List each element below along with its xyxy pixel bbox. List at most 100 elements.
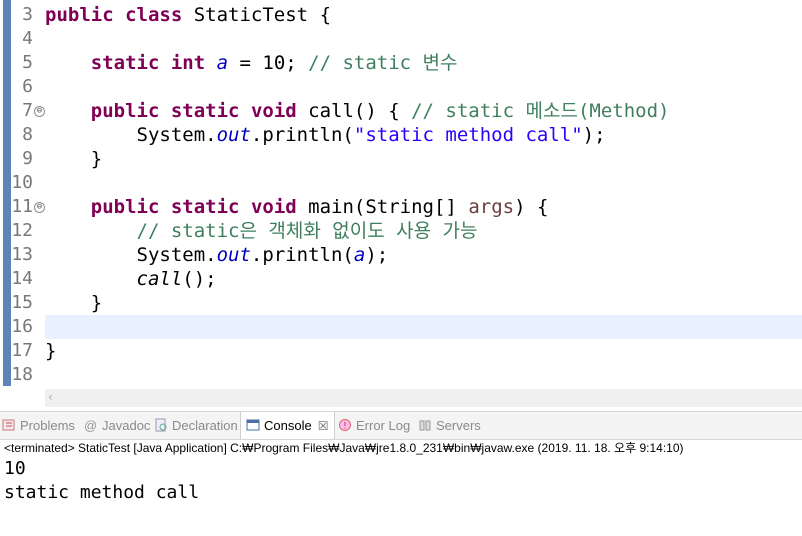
close-icon[interactable]: ☒ — [318, 419, 329, 433]
horizontal-scrollbar[interactable]: ‹ — [45, 389, 802, 407]
line-number: 18 — [11, 364, 33, 385]
console-status-header: <terminated> StaticTest [Java Applicatio… — [4, 441, 684, 455]
code-token: } — [45, 292, 103, 314]
code-token: StaticTest { — [182, 4, 332, 26]
tab-error-log[interactable]: Error Log — [338, 412, 410, 439]
code-line[interactable]: } — [45, 291, 102, 315]
line-number: 8 — [22, 124, 33, 145]
console-output-line: static method call — [4, 482, 200, 503]
line-number: 13 — [11, 244, 33, 265]
change-bar — [3, 0, 11, 386]
scroll-left-icon[interactable]: ‹ — [48, 390, 53, 404]
line-number-gutter[interactable]: 3 4 5 6 7 8 9 10 11 12 13 14 15 16 17 18… — [11, 0, 45, 408]
fold-collapse-icon[interactable]: ⊖ — [34, 106, 45, 117]
code-token: System. — [45, 124, 217, 146]
tab-javadoc[interactable]: @ Javadoc — [84, 412, 150, 439]
servers-icon — [419, 420, 431, 431]
console-icon — [246, 419, 260, 431]
code-token: main(String[] — [296, 196, 469, 218]
code-token: call() { — [296, 100, 412, 122]
line-number: 10 — [11, 172, 33, 193]
line-number: 7 — [22, 100, 33, 121]
code-line[interactable]: call(); — [45, 267, 217, 291]
line-number: 9 — [22, 148, 33, 169]
code-line[interactable]: } — [45, 339, 56, 363]
code-token: ); — [365, 244, 389, 266]
code-line[interactable]: public static void call() { // static 메소… — [45, 99, 670, 123]
tab-console[interactable]: Console ☒ — [240, 412, 336, 439]
code-token: // static 변수 — [308, 52, 458, 74]
code-token: static — [90, 52, 160, 74]
code-token: (); — [182, 268, 217, 290]
tab-label: Declaration — [172, 418, 238, 433]
tab-declaration[interactable]: Declaration — [154, 412, 238, 439]
code-token: out — [216, 244, 251, 266]
code-token: public — [90, 100, 160, 122]
code-token: static — [170, 196, 240, 218]
code-token: static — [170, 100, 240, 122]
code-token: .println( — [250, 244, 354, 266]
code-token: class — [125, 4, 183, 26]
line-number: 14 — [11, 268, 33, 289]
code-token: public — [45, 4, 114, 26]
error-log-icon — [339, 419, 351, 431]
line-number: 15 — [11, 292, 33, 313]
code-token: void — [250, 196, 297, 218]
line-number: 3 — [22, 4, 33, 25]
code-line[interactable]: } — [45, 147, 102, 171]
code-editor[interactable]: 3 4 5 6 7 8 9 10 11 12 13 14 15 16 17 18… — [0, 0, 802, 408]
line-number: 12 — [11, 220, 33, 241]
code-token: ) { — [514, 196, 549, 218]
line-number: 6 — [22, 76, 33, 97]
line-number: 4 — [22, 28, 33, 49]
tab-label: Servers — [436, 418, 481, 433]
tab-label: Javadoc — [102, 418, 151, 433]
code-line[interactable]: System.out.println("static method call")… — [45, 123, 606, 147]
code-token: } — [45, 340, 57, 362]
code-token: out — [216, 124, 251, 146]
code-token: } — [45, 148, 103, 170]
code-token: int — [170, 52, 206, 74]
code-line[interactable]: System.out.println(a); — [45, 243, 389, 267]
code-line[interactable]: public static void main(String[] args) { — [45, 195, 549, 219]
code-line[interactable]: static int a = 10; // static 변수 — [45, 51, 458, 75]
console-output-line: 10 — [4, 458, 26, 479]
line-number: 16 — [11, 316, 33, 337]
line-number: 5 — [22, 52, 33, 73]
problems-icon — [2, 419, 15, 431]
code-token: void — [250, 100, 297, 122]
tab-label: Console — [264, 418, 312, 433]
declaration-icon — [155, 418, 167, 432]
tab-problems[interactable]: Problems — [2, 412, 75, 439]
code-token: = 10; — [228, 52, 309, 74]
code-token: ); — [582, 124, 606, 146]
code-token: args — [468, 196, 515, 218]
code-token: // static 메소드(Method) — [411, 100, 670, 122]
code-token: a — [216, 52, 229, 74]
current-line-highlight — [45, 315, 802, 339]
code-token: a — [353, 244, 366, 266]
fold-collapse-icon[interactable]: ⊖ — [34, 202, 45, 213]
code-token: // static은 객체화 없이도 사용 가능 — [136, 220, 478, 242]
code-line[interactable]: public class StaticTest { — [45, 3, 331, 27]
console-output[interactable]: 10 static method call — [4, 457, 199, 505]
tab-servers[interactable]: Servers — [418, 412, 481, 439]
line-number: 11 — [11, 196, 33, 217]
views-tab-bar: Problems @ Javadoc Declaration Console ☒ E… — [0, 411, 802, 440]
tab-label: Problems — [20, 418, 75, 433]
code-token: "static method call" — [353, 124, 583, 146]
code-token: System. — [45, 244, 217, 266]
code-line[interactable]: // static은 객체화 없이도 사용 가능 — [45, 219, 478, 243]
line-number: 17 — [11, 340, 33, 361]
